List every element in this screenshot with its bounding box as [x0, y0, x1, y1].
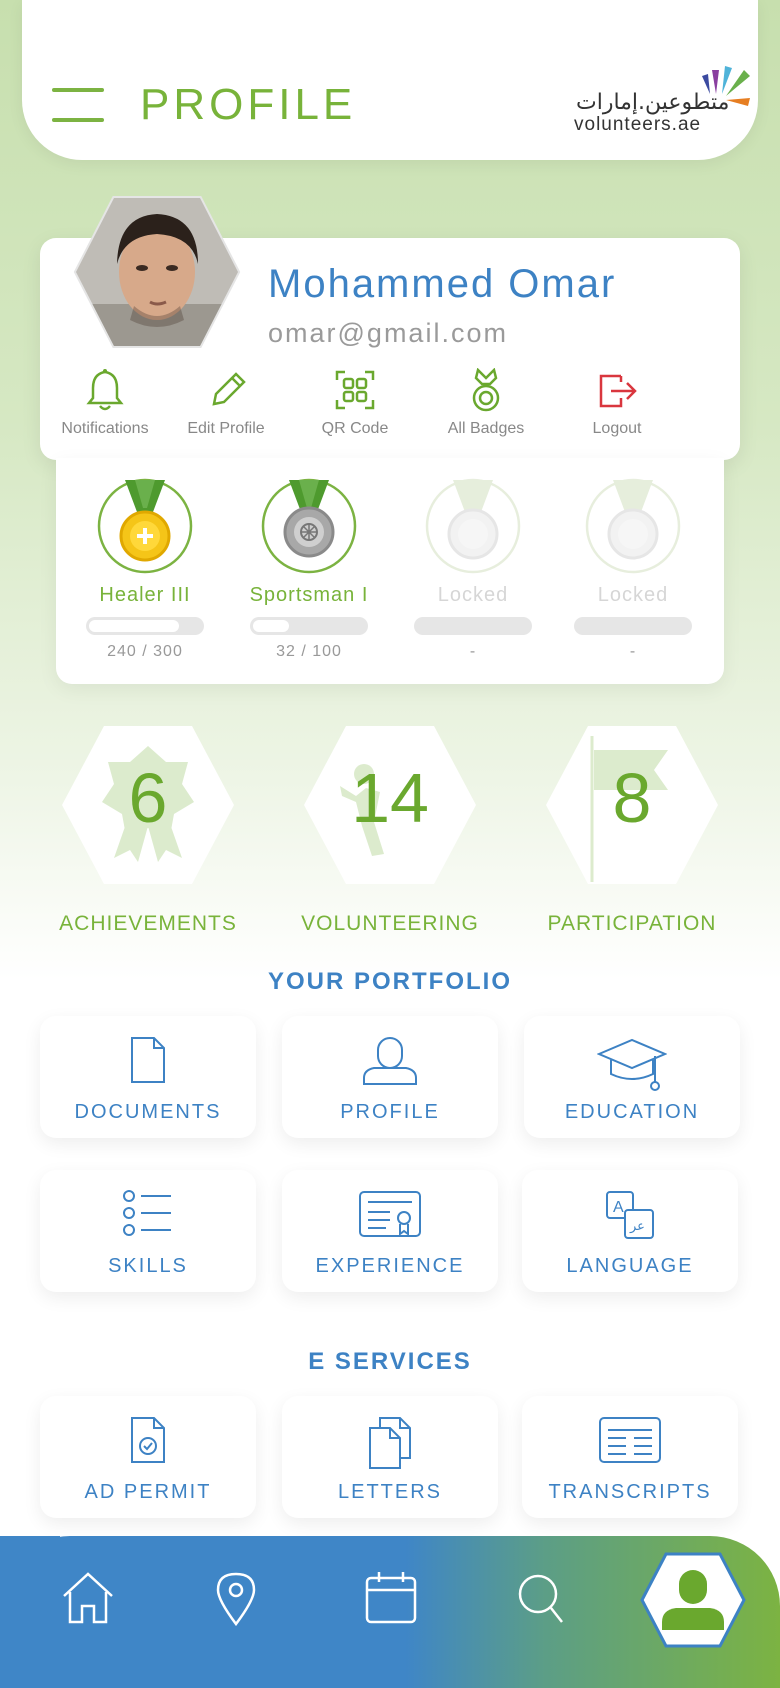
badge-progress-text: 32 / 100: [276, 643, 342, 660]
eservice-transcripts[interactable]: TRANSCRIPTS: [522, 1396, 738, 1518]
logo-english-text: volunteers.ae: [574, 114, 702, 135]
svg-text:A: A: [613, 1199, 624, 1216]
graduation-cap-icon: [597, 1038, 667, 1091]
letters-icon: [369, 1417, 411, 1469]
silver-medal-icon: [261, 478, 357, 574]
badge-item-locked[interactable]: Locked -: [403, 478, 543, 661]
participation-count: 8: [612, 759, 652, 837]
logout-icon: [599, 374, 637, 408]
pencil-icon: [212, 372, 246, 406]
badge-progress-bar: [414, 617, 532, 635]
badge-progress-bar: [574, 617, 692, 635]
notifications-button[interactable]: Notifications: [40, 368, 170, 438]
stat-participation[interactable]: 8 PARTICIPATION: [537, 722, 727, 936]
ad-permit-label: AD PERMIT: [84, 1481, 212, 1503]
svg-text:عر: عر: [629, 1219, 645, 1234]
locked-medal-icon: [425, 478, 521, 574]
nav-profile[interactable]: [638, 1550, 748, 1650]
logout-label: Logout: [592, 420, 642, 437]
home-icon: [63, 1572, 113, 1624]
user-name: Mohammed Omar: [268, 262, 617, 306]
document-icon: [131, 1037, 165, 1083]
nav-home[interactable]: [60, 1570, 116, 1631]
profile-label: PROFILE: [340, 1101, 440, 1123]
badge-item[interactable]: Healer III 240 / 300: [75, 478, 215, 661]
eservices-title: E SERVICES: [308, 1348, 472, 1375]
all-badges-button[interactable]: All Badges: [421, 368, 551, 438]
badge-item-locked[interactable]: Locked -: [563, 478, 703, 661]
stat-volunteering[interactable]: 14 VOLUNTEERING: [295, 722, 485, 936]
menu-icon[interactable]: [52, 88, 106, 124]
volunteering-label: VOLUNTEERING: [301, 912, 479, 935]
portfolio-experience[interactable]: EXPERIENCE: [282, 1170, 498, 1292]
qr-code-button[interactable]: QR Code: [290, 368, 420, 438]
location-pin-icon: [216, 1572, 256, 1627]
qr-code-icon: [335, 370, 375, 410]
transcripts-label: TRANSCRIPTS: [548, 1481, 712, 1503]
nav-calendar[interactable]: [364, 1570, 418, 1631]
notifications-label: Notifications: [61, 420, 149, 437]
search-icon: [518, 1574, 563, 1623]
logout-button[interactable]: Logout: [552, 368, 682, 438]
page-title: PROFILE: [140, 80, 357, 129]
badge-name: Sportsman I: [249, 584, 369, 606]
permit-document-icon: [131, 1417, 165, 1463]
badge-item[interactable]: Sportsman I 32 / 100: [239, 478, 379, 661]
achievements-label: ACHIEVEMENTS: [59, 912, 237, 935]
portfolio-title: YOUR PORTFOLIO: [268, 968, 512, 995]
user-email: omar@gmail.com: [268, 318, 508, 348]
calendar-icon: [365, 1572, 417, 1624]
badges-card: Healer III 240 / 300 Sportsman I 32 / 10…: [56, 458, 724, 684]
list-icon: [123, 1190, 171, 1236]
bell-icon: [86, 369, 124, 411]
logo-arabic-text: متطوعين.إمارات: [576, 90, 730, 115]
badge-progress-bar: [250, 617, 368, 635]
portfolio-documents[interactable]: DOCUMENTS: [40, 1016, 256, 1138]
badge-progress-text: -: [469, 643, 477, 660]
all-badges-label: All Badges: [447, 420, 525, 437]
badge-progress-text: 240 / 300: [107, 643, 183, 660]
portfolio-skills[interactable]: SKILLS: [40, 1170, 256, 1292]
badge-name: Locked: [597, 584, 669, 606]
user-icon: [363, 1037, 417, 1085]
badge-name: Locked: [437, 584, 509, 606]
edit-profile-label: Edit Profile: [187, 420, 265, 437]
qr-code-label: QR Code: [321, 420, 389, 437]
badge-progress-bar: [86, 617, 204, 635]
portfolio-language[interactable]: A عر LANGUAGE: [522, 1170, 738, 1292]
avatar[interactable]: [72, 194, 242, 350]
translate-icon: A عر: [606, 1191, 654, 1239]
locked-medal-icon: [585, 478, 681, 574]
transcript-icon: [599, 1417, 661, 1463]
gold-medal-icon: [97, 478, 193, 574]
volunteering-count: 14: [351, 759, 429, 837]
eservice-letters[interactable]: LETTERS: [282, 1396, 498, 1518]
badge-progress-text: -: [629, 643, 637, 660]
language-label: LANGUAGE: [566, 1255, 694, 1277]
nav-search[interactable]: [516, 1570, 566, 1631]
portfolio-education[interactable]: EDUCATION: [524, 1016, 740, 1138]
experience-label: EXPERIENCE: [315, 1255, 465, 1277]
eservice-ad-permit[interactable]: AD PERMIT: [40, 1396, 256, 1518]
skills-label: SKILLS: [108, 1255, 188, 1277]
certificate-icon: [359, 1191, 421, 1237]
letters-label: LETTERS: [337, 1481, 443, 1503]
badge-name: Healer III: [99, 584, 191, 606]
participation-label: PARTICIPATION: [547, 912, 717, 935]
volunteers-logo: متطوعين.إمارات volunteers.ae: [572, 64, 752, 138]
nav-location[interactable]: [214, 1570, 258, 1631]
documents-label: DOCUMENTS: [74, 1101, 222, 1123]
stat-achievements[interactable]: 6 ACHIEVEMENTS: [53, 722, 243, 936]
quick-actions: Notifications Edit Profile QR Code All B…: [40, 368, 740, 448]
education-label: EDUCATION: [564, 1101, 700, 1123]
achievements-count: 6: [128, 759, 168, 837]
edit-profile-button[interactable]: Edit Profile: [161, 368, 291, 438]
portfolio-profile[interactable]: PROFILE: [282, 1016, 498, 1138]
medal-icon: [472, 368, 500, 412]
